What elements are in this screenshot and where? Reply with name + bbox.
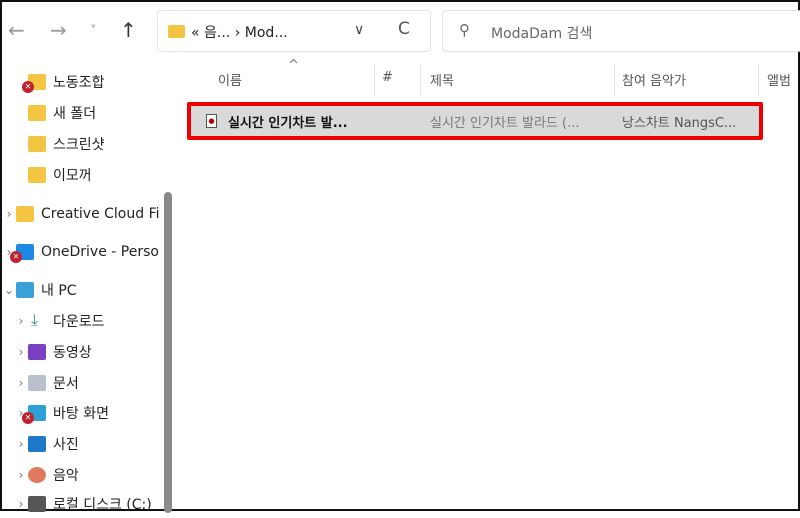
sidebar-item[interactable]: › ✕ 바탕 화면 [2, 399, 160, 427]
up-button[interactable]: ↑ [120, 18, 137, 42]
sync-error-icon: ✕ [22, 81, 34, 93]
sidebar-item-label: 바탕 화면 [53, 406, 109, 422]
sidebar-item[interactable]: › 음악 [2, 461, 160, 489]
breadcrumb-item[interactable]: Mod... [245, 25, 288, 41]
highlight-box [187, 102, 763, 140]
sidebar-item-label: 문서 [53, 376, 79, 392]
sidebar-item-label: 로컬 디스크 (C:) [53, 497, 152, 513]
chevron-right-icon[interactable]: › [14, 497, 28, 511]
sidebar-item[interactable]: ✕ 노동조합 [2, 68, 160, 96]
chevron-right-icon[interactable]: › [14, 468, 28, 482]
column-divider[interactable] [614, 64, 615, 96]
chevron-right-icon[interactable]: › [14, 376, 28, 390]
document-icon [28, 375, 46, 391]
column-divider[interactable] [758, 64, 759, 96]
cloud-folder-icon [16, 206, 34, 222]
breadcrumb: « 음... › Mod... [191, 22, 288, 42]
sidebar-scrollbar[interactable] [164, 192, 172, 513]
sidebar-item-label: 스크린샷 [53, 137, 105, 153]
sidebar-item[interactable]: › 문서 [2, 369, 160, 397]
sidebar-item-label: 사진 [53, 437, 79, 453]
desktop-icon: ✕ [22, 405, 46, 424]
sidebar-item[interactable]: ⌄ 내 PC [2, 276, 160, 304]
back-button[interactable]: ← [8, 18, 25, 42]
download-icon: ⤓ [28, 310, 46, 329]
sidebar-item-label: OneDrive - Perso [41, 244, 159, 260]
column-header-album[interactable]: 앨범 [767, 70, 791, 92]
navigation-pane: ✕ 노동조합새 폴더스크린샷이모꺼 › Creative Cloud Fi › ✕ OneD… [2, 62, 162, 513]
breadcrumb-item[interactable]: 음... [204, 25, 230, 41]
sort-ascending-icon: ^ [288, 58, 299, 73]
sidebar-item-label: 노동조합 [53, 75, 105, 91]
address-bar[interactable]: « 음... › Mod... ∨ [157, 10, 431, 52]
folder-icon: ✕ [22, 74, 46, 93]
refresh-icon[interactable]: C [398, 19, 410, 39]
sidebar-item[interactable]: › Creative Cloud Fi [2, 200, 160, 228]
search-box[interactable]: ⚲ ModaDam 검색 [442, 10, 800, 52]
search-input[interactable]: ModaDam 검색 [491, 23, 592, 43]
sidebar-item[interactable]: › ✕ OneDrive - Perso [2, 238, 160, 266]
folder-icon [28, 167, 46, 183]
column-header-artist[interactable]: 참여 음악가 [622, 70, 686, 92]
onedrive-icon: ✕ [10, 244, 34, 263]
recent-locations-button[interactable]: ˅ [90, 24, 97, 39]
video-icon [28, 344, 46, 360]
folder-icon [28, 136, 46, 152]
chevron-down-icon[interactable]: ⌄ [2, 283, 16, 297]
chevron-right-icon[interactable]: › [14, 314, 28, 328]
folder-icon [168, 25, 185, 38]
sidebar-item-label: 내 PC [41, 283, 77, 299]
sidebar-item[interactable]: 이모꺼 [2, 161, 160, 189]
sidebar-item[interactable]: 스크린샷 [2, 130, 160, 158]
column-header-name[interactable]: 이름 [218, 70, 242, 92]
sidebar-item-label: 음악 [53, 468, 79, 484]
sidebar-item[interactable]: › ⤓ 다운로드 [2, 307, 160, 335]
sidebar-item[interactable]: › 사진 [2, 430, 160, 458]
sync-error-icon: ✕ [10, 251, 22, 263]
pictures-icon [28, 436, 46, 452]
sidebar-item-label: Creative Cloud Fi [41, 206, 160, 222]
breadcrumb-separator: › [234, 25, 241, 41]
sidebar-item[interactable]: 새 폴더 [2, 99, 160, 127]
sidebar-item-label: 이모꺼 [53, 168, 92, 184]
chevron-right-icon[interactable]: › [2, 207, 16, 221]
drive-icon [28, 496, 46, 512]
chevron-down-icon[interactable]: ∨ [354, 22, 364, 38]
music-icon [28, 467, 46, 483]
column-divider[interactable] [374, 64, 375, 96]
column-header-number[interactable]: # [382, 70, 393, 92]
sidebar-item-label: 다운로드 [53, 314, 105, 330]
sidebar-item[interactable]: › 로컬 디스크 (C:) [2, 490, 160, 518]
breadcrumb-overflow[interactable]: « [191, 25, 200, 41]
sync-error-icon: ✕ [22, 412, 34, 424]
chevron-right-icon[interactable]: › [14, 437, 28, 451]
chevron-right-icon[interactable]: › [14, 345, 28, 359]
sidebar-item-label: 새 폴더 [53, 106, 97, 122]
folder-icon [28, 105, 46, 121]
pc-icon [16, 282, 34, 298]
column-divider[interactable] [420, 64, 421, 96]
sidebar-item-label: 동영상 [53, 345, 92, 361]
forward-button[interactable]: → [50, 18, 67, 42]
search-icon: ⚲ [459, 21, 470, 39]
sidebar-item[interactable]: › 동영상 [2, 338, 160, 366]
column-header-title[interactable]: 제목 [430, 70, 454, 92]
